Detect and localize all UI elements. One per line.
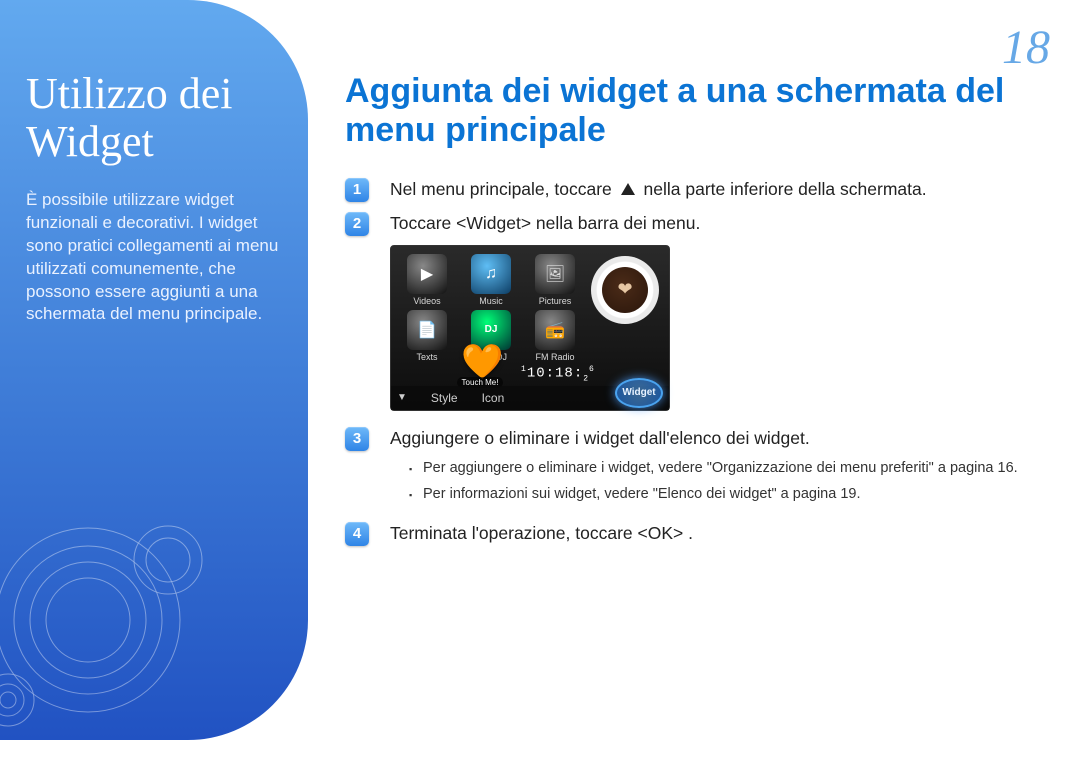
- app-music-label: Music: [463, 296, 519, 306]
- step-2-text: Toccare <Widget> nella barra dei menu.: [390, 213, 700, 233]
- triangle-up-icon: [621, 183, 635, 195]
- pictures-icon: [535, 254, 575, 294]
- step-4: 4 Terminata l'operazione, toccare <OK> .: [345, 520, 1045, 546]
- coffee-widget: [591, 256, 659, 324]
- menu-down-icon: ▼: [397, 392, 407, 403]
- steps-list-3: 4 Terminata l'operazione, toccare <OK> .: [345, 520, 1045, 546]
- texts-icon: [407, 310, 447, 350]
- page-number: 18: [1002, 20, 1050, 75]
- step-4-text: Terminata l'operazione, toccare <OK> .: [390, 523, 693, 543]
- music-icon: [471, 254, 511, 294]
- app-pictures: Pictures: [527, 254, 583, 306]
- sidebar-title: Utilizzo dei Widget: [26, 70, 280, 167]
- app-fmradio: FM Radio: [527, 310, 583, 362]
- steps-list-2: 3 Aggiungere o eliminare i widget dall'e…: [345, 425, 1045, 451]
- app-videos: Videos: [399, 254, 455, 306]
- step-2: 2 Toccare <Widget> nella barra dei menu.: [345, 210, 1045, 236]
- app-texts: Texts: [399, 310, 455, 362]
- menu-icon: Icon: [482, 391, 505, 405]
- clock-widget: 110:18:26: [521, 365, 595, 383]
- sidebar-description: È possibile utilizzare widget funzionali…: [26, 189, 280, 327]
- step-1: 1 Nel menu principale, toccare nella par…: [345, 176, 1045, 202]
- step-3-substeps: Per aggiungere o eliminare i widget, ved…: [409, 459, 1045, 504]
- menu-widget-button: Widget: [615, 378, 663, 408]
- app-texts-label: Texts: [399, 352, 455, 362]
- step-3-number: 3: [345, 427, 369, 451]
- step-3-sub2: Per informazioni sui widget, vedere "Ele…: [409, 485, 1045, 505]
- app-music: Music: [463, 254, 519, 306]
- videos-icon: [407, 254, 447, 294]
- step-3-sub1: Per aggiungere o eliminare i widget, ved…: [409, 459, 1045, 479]
- step-4-number: 4: [345, 522, 369, 546]
- app-videos-label: Videos: [399, 296, 455, 306]
- steps-list: 1 Nel menu principale, toccare nella par…: [345, 176, 1045, 237]
- device-screenshot: Videos Music Pictures Texts Beat DJ FM R…: [390, 245, 670, 411]
- clock-text: 10:18:: [527, 366, 583, 382]
- menu-style: Style: [431, 391, 458, 405]
- step-3-text: Aggiungere o eliminare i widget dall'ele…: [390, 428, 810, 448]
- fmradio-icon: [535, 310, 575, 350]
- step-1-number: 1: [345, 178, 369, 202]
- step-2-number: 2: [345, 212, 369, 236]
- section-title: Aggiunta dei widget a una schermata del …: [345, 72, 1045, 150]
- step-1-text-a: Nel menu principale, toccare: [390, 179, 617, 199]
- app-pictures-label: Pictures: [527, 296, 583, 306]
- sidebar: Utilizzo dei Widget È possibile utilizza…: [0, 0, 308, 740]
- step-3: 3 Aggiungere o eliminare i widget dall'e…: [345, 425, 1045, 451]
- decorative-circles: [0, 470, 238, 770]
- app-fmradio-label: FM Radio: [527, 352, 583, 362]
- step-1-text-b: nella parte inferiore della schermata.: [644, 179, 927, 199]
- gingerbread-widget: 🧡: [461, 342, 503, 382]
- main-content: Aggiunta dei widget a una schermata del …: [345, 72, 1045, 554]
